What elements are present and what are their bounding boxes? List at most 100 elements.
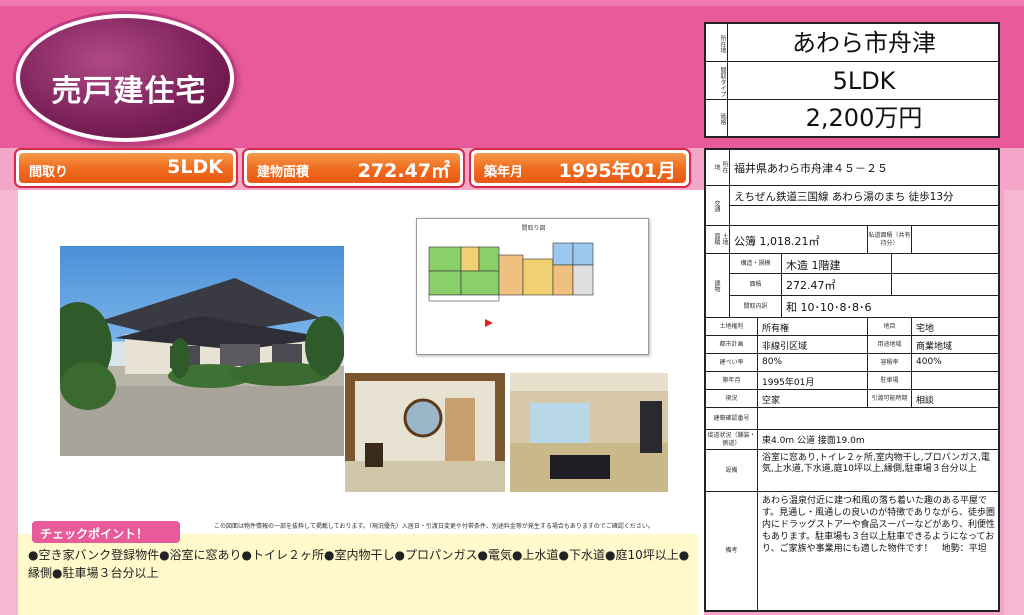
category-label-cell: 地目	[868, 318, 912, 336]
road-cell: 東4.0m 公道 接面19.0m	[758, 430, 1000, 450]
land-right-label: 土地権利	[719, 322, 744, 330]
layout-badge-value: 5LDK	[167, 156, 223, 178]
price-row: 価格 2,200万円	[706, 100, 998, 136]
floor-plan: 間取り図	[416, 218, 649, 355]
structure-cell: 木造 1階建	[782, 254, 892, 274]
transport-value: えちぜん鉄道三国線 あわら湯のまち 徒歩13分	[734, 191, 954, 203]
structure-blank	[892, 254, 1000, 274]
equipment-label-cell: 設備	[706, 450, 758, 492]
transport-cell-2	[730, 206, 1000, 226]
zoning-label-cell: 用途地域	[868, 336, 912, 354]
building-area-badge-value: 272.47㎡	[357, 160, 450, 182]
area-label: 面積	[749, 280, 762, 288]
address-label: 物件所在地	[713, 161, 728, 174]
house-exterior-photo	[60, 246, 344, 456]
rooms-label: 間取内訳	[743, 302, 768, 310]
right-side-band	[1004, 190, 1024, 615]
building-label: 建物	[713, 279, 720, 292]
coverage-value: 80%	[762, 357, 783, 367]
city-plan-label-cell: 都市計画	[706, 336, 758, 354]
property-flyer: 売戸建住宅 間取り 5LDK 建物面積 272.47㎡ 築年月 1995年01月	[0, 0, 1024, 615]
handover-label: 引渡可能時期	[871, 394, 908, 402]
summary-table: 所在地 あわら市舟津 間取タイプ 5LDK 価格 2,200万円	[704, 22, 1000, 138]
built-date-badge-label: 築年月	[484, 165, 524, 180]
status-label-cell: 現況	[706, 390, 758, 408]
location-label: 所在地	[706, 24, 728, 61]
details-table: 物件所在地 福井県あわら市舟津４５－２５ 交通 えちぜん鉄道三国線 あわら湯のま…	[704, 148, 1000, 612]
address-label-cell: 物件所在地	[706, 150, 730, 186]
layout-badge: 間取り 5LDK	[14, 148, 238, 188]
structure-label: 構造・規模	[740, 259, 771, 267]
checkpoint-text: ●空き家バンク登録物件●浴室に窓あり●トイレ２ヶ所●室内物干し●プロパンガス●電…	[28, 548, 690, 580]
zoning-value: 商業地域	[916, 342, 953, 352]
equipment-label: 設備	[725, 466, 738, 474]
coverage-label-cell: 建ぺい率	[706, 354, 758, 372]
checkpoint-header: チェックポイント！	[32, 521, 180, 543]
built-date-badge-value: 1995年01月	[558, 160, 676, 182]
building-area-badge: 建物面積 272.47㎡	[242, 148, 465, 188]
status-value: 空家	[762, 396, 781, 406]
handover-cell: 相談	[912, 390, 1000, 408]
location-value: あわら市舟津	[792, 29, 936, 57]
remarks-label: 備考	[725, 547, 738, 554]
parking-cell	[912, 372, 1000, 390]
equipment-cell: 浴室に窓あり,トイレ２ヶ所,室内物干し,プロパンガス,電気,上水道,下水道,庭1…	[758, 450, 1000, 492]
built-cell: 1995年01月	[758, 372, 868, 390]
coverage-cell: 80%	[758, 354, 868, 372]
parking-label-cell: 駐車場	[868, 372, 912, 390]
far-cell: 400%	[912, 354, 1000, 372]
remarks-value: あわら温泉付近に建つ和風の落ち着いた趣のある平屋です。見通し・風通しの良いのが特…	[762, 496, 996, 554]
built-label-cell: 築年月	[706, 372, 758, 390]
remarks-label-cell: 備考	[706, 492, 758, 610]
structure-value: 木造 1階建	[786, 259, 841, 272]
layout-type-value: 5LDK	[832, 67, 896, 95]
far-label: 容積率	[880, 358, 899, 366]
address-value: 福井県あわら市舟津４５－２５	[734, 162, 888, 175]
address-cell: 福井県あわら市舟津４５－２５	[730, 150, 1000, 186]
layout-badge-label: 間取り	[29, 165, 69, 180]
layout-row: 間取タイプ 5LDK	[706, 62, 998, 100]
area-label-cell: 面積	[730, 274, 782, 296]
land-label: 土地面積	[713, 233, 728, 246]
transport-label-cell: 交通	[706, 186, 730, 226]
road-value: 東4.0m 公道 接面19.0m	[762, 436, 865, 446]
building-area-badge-label: 建物面積	[257, 165, 310, 180]
entrance-interior-photo	[345, 373, 505, 492]
far-value: 400%	[916, 357, 942, 367]
far-label-cell: 容積率	[868, 354, 912, 372]
category-label: 地目	[883, 322, 896, 330]
layout-type-label: 間取タイプ	[706, 62, 728, 99]
city-plan-cell: 非線引区域	[758, 336, 868, 354]
location-row: 所在地 あわら市舟津	[706, 24, 998, 62]
area-blank	[892, 274, 1000, 296]
area-cell: 272.47㎡	[782, 274, 892, 296]
price-value: 2,200万円	[805, 104, 923, 132]
equipment-value: 浴室に窓あり,トイレ２ヶ所,室内物干し,プロパンガス,電気,上水道,下水道,庭1…	[762, 453, 990, 474]
land-right-value: 所有権	[762, 324, 790, 334]
category-value: 宅地	[916, 324, 935, 334]
private-road-label-cell: 私道面積（共有持分）	[868, 226, 912, 254]
price-label: 価格	[706, 100, 728, 136]
zoning-cell: 商業地域	[912, 336, 1000, 354]
transport-label: 交通	[713, 199, 720, 212]
road-label: 接道状況（舗装・側道）	[707, 431, 756, 447]
rooms-label-cell: 間取内訳	[730, 296, 782, 318]
building-label-cell: 建物	[706, 254, 730, 318]
rooms-value: 和 10･10･8･8･6	[786, 301, 872, 314]
private-road-label: 私道面積（共有持分）	[868, 231, 911, 247]
land-value: 公簿 1,018.21㎡	[734, 235, 820, 248]
parking-label: 駐車場	[880, 376, 899, 384]
city-plan-label: 都市計画	[719, 340, 744, 348]
rooms-cell: 和 10･10･8･8･6	[782, 296, 1000, 318]
coverage-label: 建ぺい率	[719, 358, 744, 366]
structure-label-cell: 構造・規模	[730, 254, 782, 274]
land-label-cell: 土地面積	[706, 226, 730, 254]
land-right-label-cell: 土地権利	[706, 318, 758, 336]
confirm-cell	[758, 408, 1000, 430]
status-label: 現況	[725, 394, 738, 402]
disclaimer-note: この図面は物件情報の一部を抜粋して掲載しております。（現況優先）入居日・引渡日変…	[214, 523, 654, 530]
land-cell: 公簿 1,018.21㎡	[730, 226, 868, 254]
road-label-cell: 接道状況（舗装・側道）	[706, 430, 758, 450]
zoning-label: 用途地域	[877, 340, 902, 348]
transport-cell: えちぜん鉄道三国線 あわら湯のまち 徒歩13分	[730, 186, 1000, 206]
